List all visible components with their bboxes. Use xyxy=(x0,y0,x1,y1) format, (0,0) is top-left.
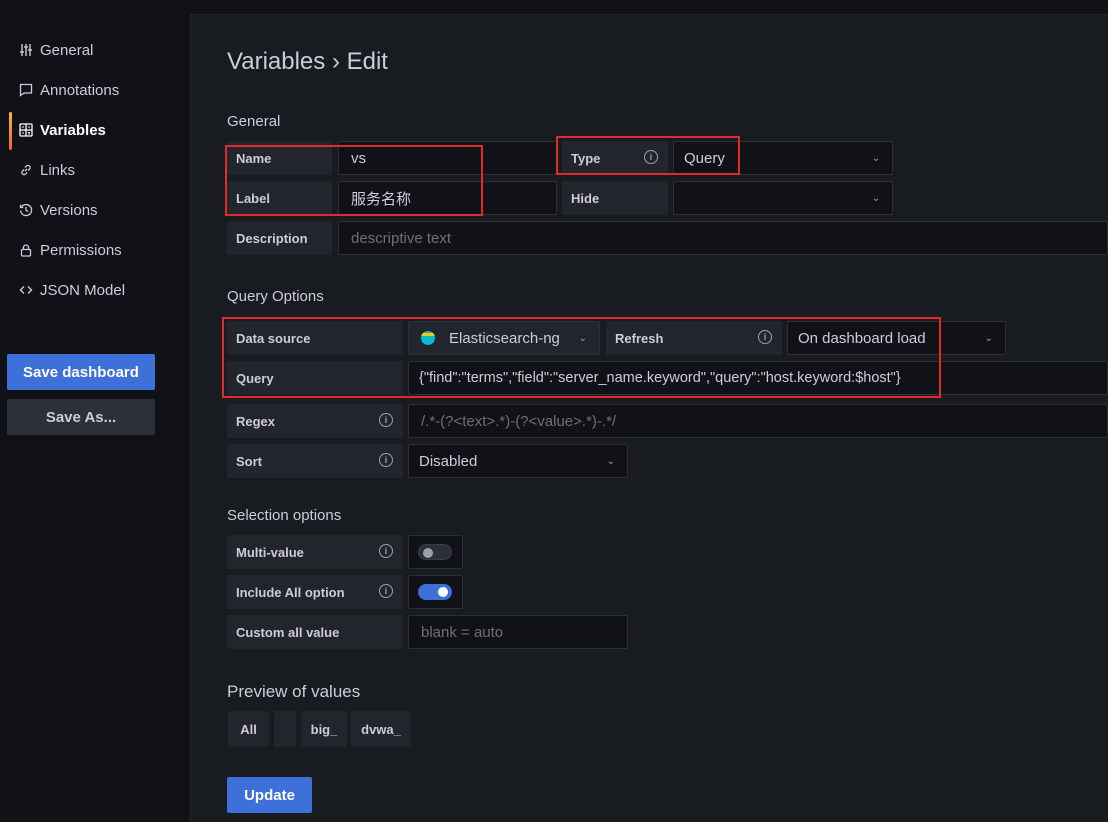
custom-all-label-text: Custom all value xyxy=(236,624,340,640)
sidebar-item-label: Variables xyxy=(40,121,106,139)
save-dashboard-button[interactable]: Save dashboard xyxy=(7,354,155,390)
info-icon[interactable]: i xyxy=(379,453,393,467)
sidebar-item-label: JSON Model xyxy=(40,281,126,299)
sort-label: Sort i xyxy=(227,444,403,478)
description-label: Description xyxy=(227,221,332,255)
preview-value-chip: All xyxy=(228,711,269,747)
multi-value-label: Multi-value i xyxy=(227,535,403,569)
custom-all-input[interactable]: blank = auto xyxy=(408,615,628,649)
preview-value-chip: dvwa_ xyxy=(351,711,411,747)
sort-select[interactable]: Disabled ⌄ xyxy=(408,444,628,478)
hide-label-text: Hide xyxy=(571,190,600,206)
sidebar-item-links[interactable]: Links xyxy=(10,157,180,183)
info-icon[interactable]: i xyxy=(758,330,772,344)
query-label-text: Query xyxy=(236,370,274,386)
name-label: Name xyxy=(227,141,332,175)
include-all-toggle[interactable] xyxy=(418,584,452,600)
regex-placeholder: /.*-(?<text>.*)-(?<value>.*)-.*/ xyxy=(421,412,617,430)
hide-select[interactable]: ⌄ xyxy=(673,181,893,215)
calculator-icon xyxy=(18,122,34,138)
data-source-value: Elasticsearch-ng xyxy=(449,329,560,347)
include-all-label-text: Include All option xyxy=(236,584,345,600)
info-icon[interactable]: i xyxy=(379,584,393,598)
type-label-text: Type xyxy=(571,150,601,166)
settings-sidebar: General Annotations Variables Links Vers… xyxy=(0,0,190,822)
custom-all-placeholder: blank = auto xyxy=(421,623,504,641)
sidebar-item-general[interactable]: General xyxy=(10,37,180,63)
name-input[interactable]: vs xyxy=(338,141,557,175)
code-icon xyxy=(18,282,34,298)
sort-label-text: Sort xyxy=(236,453,262,469)
query-label: Query xyxy=(227,361,403,395)
preview-title: Preview of values xyxy=(227,682,361,701)
multi-value-toggle-wrap xyxy=(408,535,463,569)
comment-icon xyxy=(18,82,34,98)
selection-options-title: Selection options xyxy=(227,507,342,524)
data-source-select[interactable]: Elasticsearch-ng ⌄ xyxy=(408,321,600,355)
sidebar-item-label: Annotations xyxy=(40,81,120,99)
sidebar-item-variables[interactable]: Variables xyxy=(10,117,180,143)
lock-icon xyxy=(18,242,34,258)
sort-value: Disabled xyxy=(419,452,478,470)
description-input[interactable]: descriptive text xyxy=(338,221,1108,255)
multi-value-label-text: Multi-value xyxy=(236,544,304,560)
sidebar-item-label: Links xyxy=(40,161,76,179)
description-label-text: Description xyxy=(236,230,308,246)
type-label: Type i xyxy=(562,141,668,175)
regex-input[interactable]: /.*-(?<text>.*)-(?<value>.*)-.*/ xyxy=(408,404,1108,438)
toggle-knob xyxy=(438,587,448,597)
info-icon[interactable]: i xyxy=(644,150,658,164)
name-value: vs xyxy=(351,149,366,167)
sidebar-item-versions[interactable]: Versions xyxy=(10,197,180,223)
refresh-label: Refresh i xyxy=(606,321,782,355)
refresh-select[interactable]: On dashboard load ⌄ xyxy=(787,321,1006,355)
type-select[interactable]: Query ⌄ xyxy=(673,141,893,175)
label-label: Label xyxy=(227,181,332,215)
custom-all-label: Custom all value xyxy=(227,615,403,649)
data-source-label-text: Data source xyxy=(236,330,311,346)
chevron-down-icon: ⌄ xyxy=(871,153,880,164)
chevron-down-icon: ⌄ xyxy=(578,333,587,344)
toggle-knob xyxy=(423,548,433,558)
sidebar-item-label: Versions xyxy=(40,201,98,219)
preview-value-chip xyxy=(274,711,296,747)
description-placeholder: descriptive text xyxy=(351,229,452,247)
type-value: Query xyxy=(684,149,725,167)
save-as-button[interactable]: Save As... xyxy=(7,399,155,435)
sidebar-item-label: Permissions xyxy=(40,241,122,259)
chevron-down-icon: ⌄ xyxy=(871,193,880,204)
update-button[interactable]: Update xyxy=(227,777,312,813)
chevron-down-icon: ⌄ xyxy=(984,333,993,344)
label-label-text: Label xyxy=(236,190,270,206)
sliders-icon xyxy=(18,42,34,58)
refresh-value: On dashboard load xyxy=(798,329,926,347)
sidebar-item-json-model[interactable]: JSON Model xyxy=(10,277,180,303)
name-label-text: Name xyxy=(236,150,272,166)
label-value: 服务名称 xyxy=(351,190,412,208)
preview-value-chip: big_ xyxy=(301,711,347,747)
general-section-title: General xyxy=(227,113,281,130)
multi-value-toggle[interactable] xyxy=(418,544,452,560)
sidebar-item-label: General xyxy=(40,41,94,59)
regex-label-text: Regex xyxy=(236,413,276,429)
data-source-label: Data source xyxy=(227,321,403,355)
include-all-toggle-wrap xyxy=(408,575,463,609)
info-icon[interactable]: i xyxy=(379,544,393,558)
page-title: Variables › Edit xyxy=(227,48,388,75)
sidebar-item-permissions[interactable]: Permissions xyxy=(10,237,180,263)
refresh-label-text: Refresh xyxy=(615,330,664,346)
include-all-label: Include All option i xyxy=(227,575,403,609)
history-icon xyxy=(18,202,34,218)
label-input[interactable]: 服务名称 xyxy=(338,181,557,215)
query-value: {"find":"terms","field":"server_name.key… xyxy=(419,370,901,386)
chevron-down-icon: ⌄ xyxy=(606,456,615,467)
elasticsearch-icon xyxy=(421,331,435,345)
link-icon xyxy=(18,162,34,178)
sidebar-item-annotations[interactable]: Annotations xyxy=(10,77,180,103)
query-input[interactable]: {"find":"terms","field":"server_name.key… xyxy=(408,361,1108,395)
info-icon[interactable]: i xyxy=(379,413,393,427)
hide-label: Hide xyxy=(562,181,668,215)
regex-label: Regex i xyxy=(227,404,403,438)
query-options-title: Query Options xyxy=(227,288,324,305)
